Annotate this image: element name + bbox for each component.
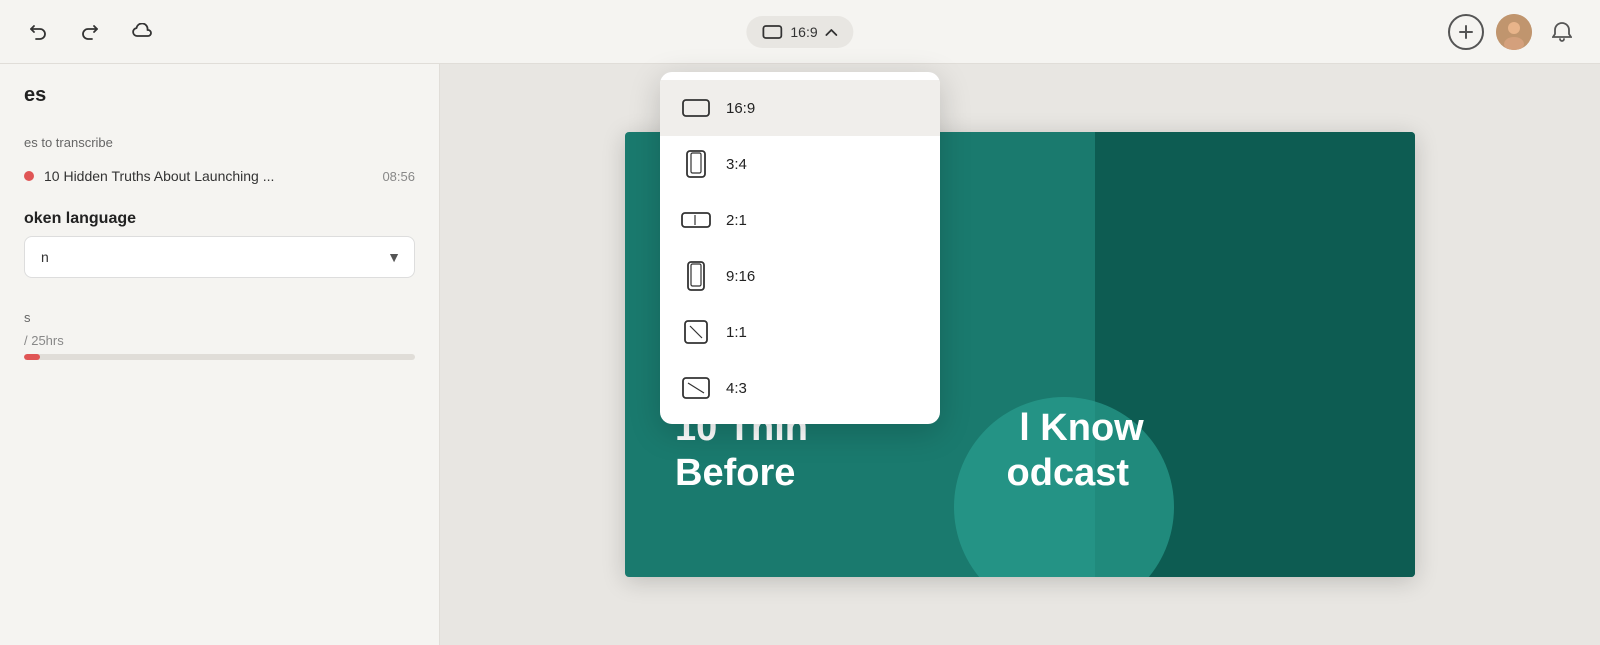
square-icon <box>680 316 712 348</box>
spoken-language-title: oken language <box>0 194 439 236</box>
aspect-option-16-9[interactable]: 16:9 <box>660 80 940 136</box>
hours-progress-label: / 25hrs <box>24 333 415 348</box>
aspect-ratio-dropdown: 16:9 3:4 2:1 9:16 <box>660 72 940 424</box>
landscape-wide-icon <box>680 204 712 236</box>
aspect-label-9-16: 9:16 <box>726 268 755 285</box>
language-dropdown-container: n English Spanish French ▼ <box>24 236 415 278</box>
aspect-label-2-1: 2:1 <box>726 212 747 229</box>
hours-bar-section: / 25hrs <box>0 333 439 360</box>
file-name: 10 Hidden Truths About Launching ... <box>44 168 372 184</box>
aspect-option-2-1[interactable]: 2:1 <box>660 192 940 248</box>
toolbar-right <box>1448 14 1580 50</box>
canvas-area: 10 Thin l Know Before odcast <box>440 64 1600 645</box>
file-status-dot <box>24 171 34 181</box>
aspect-label-3-4: 3:4 <box>726 156 747 173</box>
aspect-label-4-3: 4:3 <box>726 380 747 397</box>
hours-bar-fill <box>24 354 40 360</box>
portrait-tall-icon <box>680 260 712 292</box>
aspect-option-9-16[interactable]: 9:16 <box>660 248 940 304</box>
file-item[interactable]: 10 Hidden Truths About Launching ... 08:… <box>0 158 439 194</box>
aspect-label-1-1: 1:1 <box>726 324 747 341</box>
aspect-ratio-label: 16:9 <box>790 24 817 40</box>
sidebar-title: es <box>0 84 439 123</box>
language-dropdown-wrapper: n English Spanish French ▼ <box>0 236 439 278</box>
aspect-ratio-button[interactable]: 16:9 <box>746 16 853 48</box>
aspect-label-16-9: 16:9 <box>726 100 755 117</box>
landscape-standard-icon <box>680 372 712 404</box>
landscape-icon <box>680 92 712 124</box>
undo-button[interactable] <box>20 14 56 50</box>
aspect-option-4-3[interactable]: 4:3 <box>660 360 940 416</box>
language-select[interactable]: n English Spanish French <box>24 236 415 278</box>
sidebar: es es to transcribe 10 Hidden Truths Abo… <box>0 64 440 645</box>
aspect-option-3-4[interactable]: 3:4 <box>660 136 940 192</box>
file-duration: 08:56 <box>382 169 415 184</box>
cloud-button[interactable] <box>124 14 160 50</box>
toolbar-left <box>20 14 160 50</box>
notifications-button[interactable] <box>1544 14 1580 50</box>
hours-section-label: s <box>0 298 439 333</box>
transcribe-label: es to transcribe <box>0 123 439 158</box>
toolbar: 16:9 <box>0 0 1600 64</box>
portrait-icon <box>680 148 712 180</box>
toolbar-center: 16:9 <box>746 16 853 48</box>
aspect-option-1-1[interactable]: 1:1 <box>660 304 940 360</box>
redo-button[interactable] <box>72 14 108 50</box>
chevron-up-icon <box>826 28 838 36</box>
hours-bar-background <box>24 354 415 360</box>
avatar[interactable] <box>1496 14 1532 50</box>
slide-text-line2: Before odcast <box>675 451 1365 497</box>
add-button[interactable] <box>1448 14 1484 50</box>
